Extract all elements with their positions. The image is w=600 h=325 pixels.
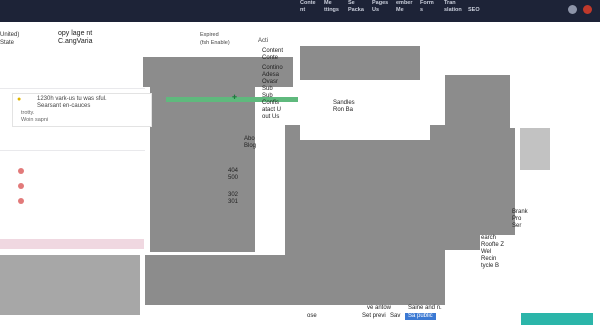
- copy-label[interactable]: opy lage nt: [58, 30, 93, 38]
- menu-item-adesa[interactable]: Adesa: [262, 72, 283, 79]
- nav-seo[interactable]: SEO: [468, 0, 486, 14]
- country-line2: State: [0, 40, 15, 46]
- menu-item-404[interactable]: 404: [228, 168, 238, 175]
- nav-settings[interactable]: Se Packa: [348, 0, 366, 14]
- item-pro[interactable]: Pro: [512, 216, 528, 223]
- menu-item-conte[interactable]: Conte: [262, 55, 283, 62]
- nav-content[interactable]: Conte nt: [300, 0, 318, 14]
- save-button[interactable]: Sav: [390, 313, 400, 320]
- save-line-1: ve antow: [367, 305, 392, 311]
- menu-item-302[interactable]: 302: [228, 192, 238, 199]
- status-dot-2: [18, 183, 24, 189]
- notice-line3: trotty.: [21, 110, 35, 116]
- publish-button[interactable]: Sa public: [405, 313, 436, 320]
- submit-button[interactable]: [521, 313, 593, 325]
- item-search[interactable]: earch: [481, 235, 504, 242]
- action-label[interactable]: Acti: [258, 38, 268, 44]
- top-nav: Conte nt Me ttings Se Packa Pages Us ember Me…: [300, 0, 486, 14]
- link-ronba[interactable]: Ron Ba: [333, 107, 355, 114]
- status-dot-1: [18, 168, 24, 174]
- menu-list-2: Abo Blog: [244, 136, 256, 150]
- menu-item-content[interactable]: Content: [262, 48, 283, 55]
- modal-overlay-right-tall: [445, 75, 515, 250]
- item-ser[interactable]: Ser: [512, 223, 528, 230]
- menu-item-about[interactable]: out Us: [262, 114, 283, 121]
- menu-item-500[interactable]: 500: [228, 175, 238, 182]
- modal-overlay-main: [150, 87, 255, 252]
- top-nav-bar: Conte nt Me ttings Se Packa Pages Us ember Me…: [0, 0, 600, 22]
- expired-header: Expired (fsh Enable): [200, 31, 230, 47]
- enabled-label: (fsh Enable): [200, 40, 230, 46]
- link-sandles[interactable]: Sandles: [333, 100, 355, 107]
- menu-item-ovasr[interactable]: Ovasr: [262, 79, 283, 86]
- item-wel[interactable]: Wel: [481, 249, 504, 256]
- expired-label: Expired: [200, 32, 219, 38]
- change-variation-label[interactable]: C.angVaria: [58, 38, 93, 46]
- menu-item-blog[interactable]: Blog: [244, 143, 256, 150]
- close-label[interactable]: ose: [307, 313, 317, 320]
- menu-item-contact[interactable]: atact U: [262, 107, 283, 114]
- table-divider-1: [0, 88, 145, 89]
- add-icon[interactable]: ✚: [232, 95, 238, 101]
- menu-item-abo[interactable]: Abo: [244, 136, 256, 143]
- nav-translation[interactable]: Tran slation: [444, 0, 462, 14]
- menu-item-301[interactable]: 301: [228, 199, 238, 206]
- save-line-2: Saine and n.: [408, 305, 442, 311]
- item-roofte[interactable]: Roofte Z: [481, 242, 504, 249]
- panel-center-top: [300, 80, 430, 140]
- right-header-links: Sandles Ron Ba: [333, 100, 355, 114]
- modal-overlay-bottom: [145, 255, 445, 305]
- user-avatar-icon[interactable]: [583, 5, 592, 14]
- modal-overlay-left: [0, 255, 140, 315]
- menu-item-confis[interactable]: Confis: [262, 100, 283, 107]
- help-icon[interactable]: [568, 5, 577, 14]
- nav-forms[interactable]: Form s: [420, 0, 438, 14]
- item-brank[interactable]: Brank: [512, 209, 528, 216]
- bottom-items: earch Roofte Z Wel Recin tycle B: [481, 235, 504, 270]
- country-line1: United): [0, 32, 20, 38]
- copy-header: opy lage nt C.angVaria: [58, 30, 93, 46]
- highlighted-row[interactable]: [0, 239, 144, 249]
- menu-list-3: 404 500 302 301: [228, 168, 238, 206]
- success-notice: ● 1230h vark-us tu was sful. Searsant en…: [12, 93, 152, 127]
- top-right-icons: [568, 5, 592, 14]
- item-cycle[interactable]: tycle B: [481, 263, 504, 270]
- menu-item-sub-1[interactable]: Sub: [262, 86, 283, 93]
- table-divider-2: [0, 150, 145, 151]
- panel-right-list: [510, 68, 595, 128]
- mid-items: Brank Pro Ser: [512, 209, 528, 230]
- status-dot-3: [18, 198, 24, 204]
- notice-line4: Woin sapni: [21, 117, 49, 123]
- menu-list: Content Conte Contino Adesa Ovasr Sub Su…: [262, 48, 283, 121]
- warning-icon: ●: [17, 96, 22, 103]
- modal-overlay-mid: [285, 125, 445, 255]
- menu-item-contino[interactable]: Contino: [262, 65, 283, 72]
- nav-media[interactable]: Me ttings: [324, 0, 342, 14]
- nav-pages[interactable]: Pages Us: [372, 0, 390, 14]
- notice-line1: 1230h vark-us tu was sful.: [37, 96, 107, 102]
- notice-line2: Searsant en-cauces: [37, 103, 91, 109]
- item-recin[interactable]: Recin: [481, 256, 504, 263]
- country-cell: United) State: [0, 31, 19, 47]
- set-preview-button[interactable]: Set previ: [362, 313, 386, 320]
- nav-members[interactable]: ember Me: [396, 0, 414, 14]
- menu-item-sub-2[interactable]: Sub: [262, 93, 283, 100]
